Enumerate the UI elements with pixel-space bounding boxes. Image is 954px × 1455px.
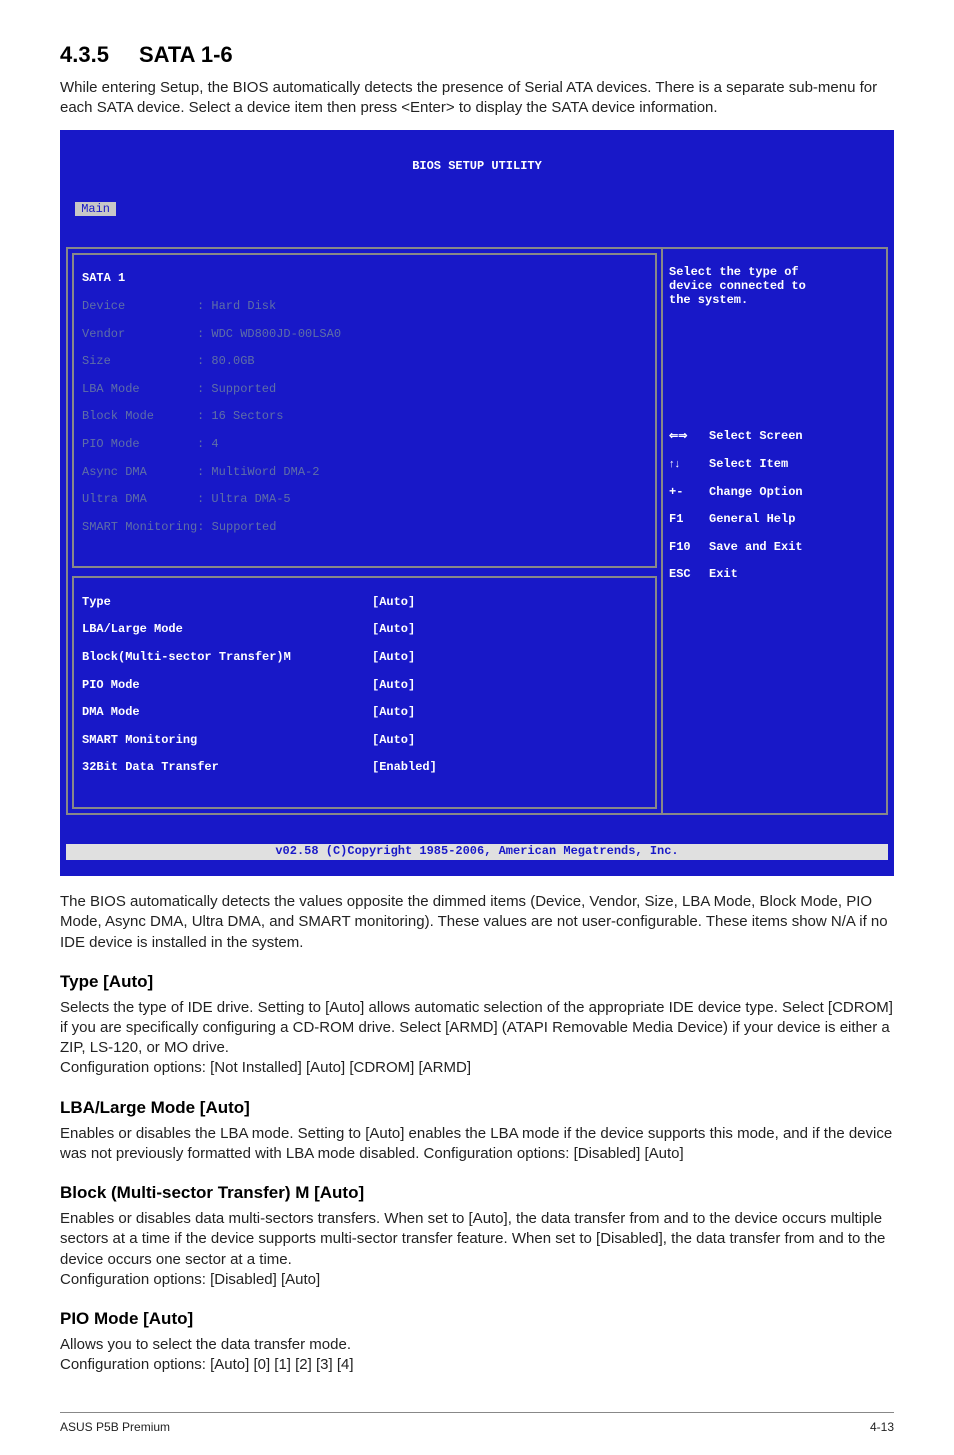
bios-cfg-lba[interactable]: LBA/Large Mode[Auto] bbox=[82, 623, 647, 637]
type-paragraph-2: Configuration options: [Not Installed] [… bbox=[60, 1058, 894, 1078]
block-paragraph-1: Enables or disables data multi-sectors t… bbox=[60, 1209, 894, 1270]
type-paragraph-1: Selects the type of IDE drive. Setting t… bbox=[60, 998, 894, 1059]
bios-cfg-32bit[interactable]: 32Bit Data Transfer[Enabled] bbox=[82, 761, 647, 775]
bios-submenu-title: SATA 1 bbox=[82, 272, 647, 286]
bios-dim-ultra: Ultra DMA: Ultra DMA-5 bbox=[82, 493, 647, 507]
bios-config-box: Type[Auto] LBA/Large Mode[Auto] Block(Mu… bbox=[72, 576, 657, 809]
page-footer: ASUS P5B Premium 4-13 bbox=[60, 1412, 894, 1435]
bios-cfg-dma[interactable]: DMA Mode[Auto] bbox=[82, 706, 647, 720]
bios-copyright-footer: v02.58 (C)Copyright 1985-2006, American … bbox=[66, 844, 888, 860]
bios-help-text: Select the type of device connected to t… bbox=[669, 266, 880, 307]
bios-key-general-help: F1General Help bbox=[669, 513, 880, 527]
bios-dim-smart: SMART Monitoring: Supported bbox=[82, 521, 647, 535]
bios-dim-size: Size: 80.0GB bbox=[82, 355, 647, 369]
bios-cfg-block[interactable]: Block(Multi-sector Transfer)M[Auto] bbox=[82, 651, 647, 665]
lba-heading: LBA/Large Mode [Auto] bbox=[60, 1097, 894, 1120]
bios-device-info-box: SATA 1 Device: Hard Disk Vendor: WDC WD8… bbox=[72, 253, 657, 569]
pio-paragraph-2: Configuration options: [Auto] [0] [1] [2… bbox=[60, 1355, 894, 1375]
section-title: SATA 1-6 bbox=[139, 42, 233, 67]
lba-paragraph: Enables or disables the LBA mode. Settin… bbox=[60, 1124, 894, 1165]
arrows-lr-icon: ⇐⇒ bbox=[669, 430, 699, 444]
bios-key-change-option: +-Change Option bbox=[669, 486, 880, 500]
pio-heading: PIO Mode [Auto] bbox=[60, 1308, 894, 1331]
bios-key-save-exit: F10Save and Exit bbox=[669, 541, 880, 555]
bios-help-panel: Select the type of device connected to t… bbox=[661, 249, 886, 813]
bios-key-select-item: ↑↓Select Item bbox=[669, 458, 880, 472]
bios-dim-device: Device: Hard Disk bbox=[82, 300, 647, 314]
bios-cfg-smart[interactable]: SMART Monitoring[Auto] bbox=[82, 734, 647, 748]
bios-cfg-pio[interactable]: PIO Mode[Auto] bbox=[82, 679, 647, 693]
bios-key-exit: ESCExit bbox=[669, 568, 880, 582]
bios-setup-screenshot: BIOS SETUP UTILITY Main SATA 1 Device: H… bbox=[60, 130, 894, 876]
pio-paragraph-1: Allows you to select the data transfer m… bbox=[60, 1335, 894, 1355]
footer-product: ASUS P5B Premium bbox=[60, 1419, 170, 1435]
footer-page-number: 4-13 bbox=[870, 1419, 894, 1435]
type-heading: Type [Auto] bbox=[60, 971, 894, 994]
block-heading: Block (Multi-sector Transfer) M [Auto] bbox=[60, 1182, 894, 1205]
bios-dim-async: Async DMA: MultiWord DMA-2 bbox=[82, 466, 647, 480]
bios-cfg-type[interactable]: Type[Auto] bbox=[82, 596, 647, 610]
bios-tab-bar: Main bbox=[60, 203, 894, 219]
bios-dim-vendor: Vendor: WDC WD800JD-00LSA0 bbox=[82, 328, 647, 342]
bios-dim-block: Block Mode: 16 Sectors bbox=[82, 410, 647, 424]
section-heading: 4.3.5 SATA 1-6 bbox=[60, 40, 894, 70]
block-paragraph-2: Configuration options: [Disabled] [Auto] bbox=[60, 1270, 894, 1290]
bios-key-select-screen: ⇐⇒Select Screen bbox=[669, 430, 880, 444]
bios-title: BIOS SETUP UTILITY bbox=[60, 158, 894, 176]
bios-dim-pio: PIO Mode: 4 bbox=[82, 438, 647, 452]
bios-tab-main: Main bbox=[75, 202, 116, 216]
bios-dim-lba: LBA Mode: Supported bbox=[82, 383, 647, 397]
after-bios-paragraph: The BIOS automatically detects the value… bbox=[60, 892, 894, 953]
intro-paragraph: While entering Setup, the BIOS automatic… bbox=[60, 78, 894, 119]
section-number: 4.3.5 bbox=[60, 40, 109, 70]
arrows-ud-icon: ↑↓ bbox=[669, 458, 699, 472]
